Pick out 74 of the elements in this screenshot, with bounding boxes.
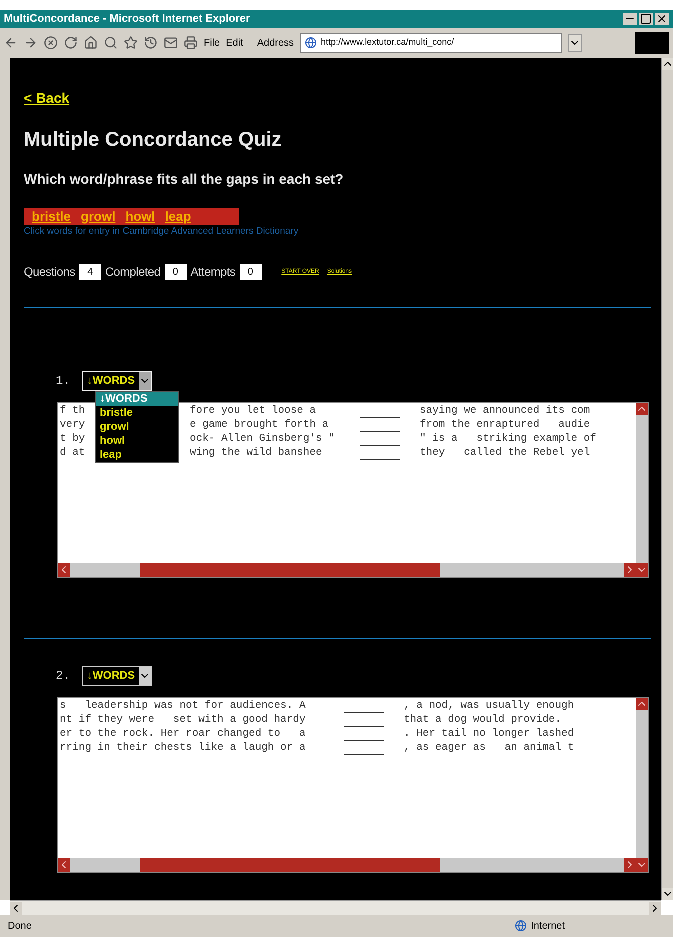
concordance-text: , as eager as an animal t	[404, 740, 574, 756]
minimize-icon[interactable]	[623, 13, 637, 25]
refresh-icon[interactable]	[64, 36, 78, 50]
scrollbar-thumb[interactable]	[140, 563, 440, 578]
printer-icon[interactable]	[184, 36, 198, 50]
menu-item[interactable]: Edit	[226, 36, 244, 50]
concordance-text: d at	[60, 446, 86, 460]
scrollbar-thumb[interactable]	[140, 858, 440, 872]
concordance-text: that a dog would provide.	[404, 712, 562, 728]
globe-icon	[515, 920, 528, 932]
concordance-text: saying we announced its com	[420, 404, 590, 418]
window-title: MultiConcordance - Microsoft Internet Explorer	[4, 12, 250, 27]
stat-label: Completed	[105, 264, 161, 282]
home-icon[interactable]	[84, 36, 98, 50]
scroll-left-icon[interactable]	[10, 902, 22, 914]
question-number: 1.	[56, 373, 70, 390]
stat-field: 4	[79, 264, 102, 280]
forward-icon[interactable]	[24, 36, 38, 50]
concordance-text: very	[60, 418, 86, 432]
concordance-text: . Her tail no longer lashed	[404, 726, 574, 742]
dropdown-option[interactable]: bristle	[96, 406, 178, 420]
concordance-text: , a nod, was usually enough	[404, 698, 574, 714]
word-select[interactable]: ↓WORDS	[82, 666, 152, 686]
history-icon[interactable]	[144, 36, 158, 50]
concordance-text-area[interactable]	[57, 697, 649, 874]
word-select[interactable]: ↓WORDS	[82, 371, 152, 392]
concordance-text: " is a striking example of	[420, 432, 596, 446]
stop-icon[interactable]	[44, 36, 58, 50]
scrollbar[interactable]	[661, 58, 673, 900]
menu-item[interactable]: File	[204, 36, 220, 50]
concordance-text-area[interactable]	[57, 402, 649, 578]
stat-label: Questions	[24, 264, 76, 282]
stat-field: 0	[164, 264, 187, 280]
question-number: 2.	[56, 668, 70, 686]
concordance-text: s leadership was not for audiences. A	[60, 698, 307, 714]
page-icon	[305, 37, 318, 49]
close-icon[interactable]	[655, 13, 669, 25]
horizontal-scrollbar[interactable]	[10, 900, 661, 915]
scroll-up-icon[interactable]	[662, 58, 673, 70]
address-label: Address	[257, 36, 294, 50]
dropdown-option[interactable]: growl	[96, 420, 178, 434]
question-heading: Which word/phrase fits all the gaps in each set?	[24, 170, 345, 189]
search-icon[interactable]	[104, 36, 118, 50]
stat-label: Attempts	[190, 264, 236, 282]
concordance-text: they called the Rebel yel	[420, 446, 590, 460]
dropdown-option[interactable]: howl	[96, 434, 178, 448]
dropdown-option[interactable]: leap	[96, 448, 178, 462]
maximize-icon[interactable]	[639, 13, 653, 25]
concordance-text: from the enraptured audie	[420, 418, 590, 432]
status-text: Done	[8, 920, 32, 934]
star-icon[interactable]	[124, 36, 138, 50]
concordance-text: wing the wild banshee	[190, 446, 324, 460]
scroll-down-icon[interactable]	[662, 888, 673, 900]
horizontal-scrollbar[interactable]	[58, 858, 636, 872]
zone-text: Internet	[531, 920, 565, 934]
back-icon[interactable]	[4, 36, 18, 50]
scroll-right-icon[interactable]	[649, 902, 661, 914]
concordance-text: ock- Allen Ginsberg's "	[190, 432, 336, 446]
logo-tile	[635, 32, 669, 54]
concordance-text: rring in their chests like a laugh or a	[60, 740, 307, 756]
concordance-text: f th	[60, 404, 86, 418]
concordance-text: fore you let loose a	[190, 404, 318, 418]
concordance-text: t by	[60, 432, 86, 446]
address-field[interactable]: http://www.lextutor.ca/multi_conc/	[300, 33, 562, 53]
hint-text: Click words for entry in Cambridge Advanced Learners Dictionary	[24, 225, 300, 239]
back-link[interactable]: < Back	[24, 88, 651, 109]
dropdown-option[interactable]: ↓WORDS	[96, 392, 178, 406]
horizontal-scrollbar[interactable]	[58, 563, 636, 578]
mail-icon[interactable]	[164, 36, 178, 50]
stat-field: 0	[240, 264, 262, 280]
concordance-text: er to the rock. Her roar changed to a	[60, 726, 307, 742]
concordance-text: nt if they were set with a good hardy	[60, 712, 307, 728]
page-title: Multiple Concordance Quiz	[24, 128, 283, 153]
concordance-text: e game brought forth a	[190, 418, 330, 432]
